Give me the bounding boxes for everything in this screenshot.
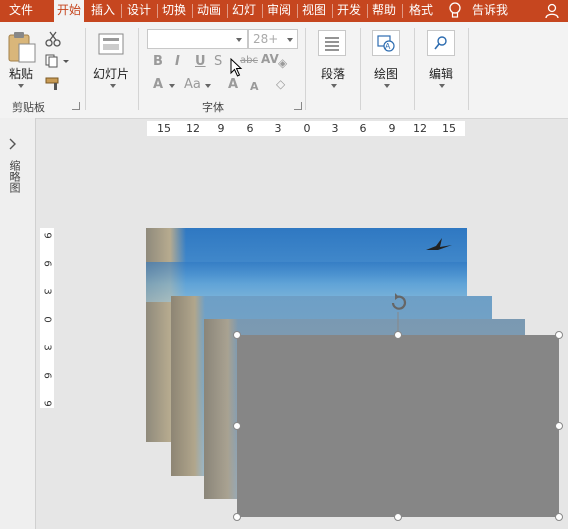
format-painter-icon[interactable] (45, 77, 63, 91)
share-user-icon[interactable] (545, 3, 565, 19)
ruler-tick: 3 (41, 288, 53, 295)
ruler-tick: 0 (41, 316, 53, 323)
vertical-ruler: 9 6 3 0 3 6 9 (40, 228, 54, 408)
tab-animations[interactable]: 动画 (193, 0, 225, 22)
tab-review[interactable]: 审阅 (263, 0, 295, 22)
tab-home[interactable]: 开始 (54, 0, 84, 23)
bird-icon (426, 238, 452, 250)
paste-icon[interactable] (7, 31, 37, 63)
font-size-value: 28+ (253, 32, 279, 46)
underline-button[interactable]: U (195, 54, 206, 69)
ruler-tick: 9 (41, 232, 53, 239)
new-slide-button[interactable]: 幻灯片 (93, 65, 129, 82)
tab-insert[interactable]: 插入 (87, 0, 119, 22)
ruler-tick: 6 (246, 122, 254, 135)
ruler-tick: 6 (359, 122, 367, 135)
thumbnail-pane-label[interactable]: 缩略图 (6, 160, 22, 193)
copy-icon[interactable] (45, 54, 71, 68)
find-icon[interactable] (427, 30, 455, 56)
ribbon-tab-bar: 文件 开始 插入 设计 切换 动画 幻灯 审阅 视图 开发 帮助 格式 告诉我 (0, 0, 568, 23)
ruler-tick: 3 (41, 344, 53, 351)
resize-handle-tl[interactable] (233, 331, 241, 339)
cut-icon[interactable] (45, 31, 61, 47)
increase-font-button[interactable]: A (228, 77, 238, 92)
clipboard-launcher-icon[interactable] (72, 102, 80, 110)
clipboard-group-label: 剪贴板 (12, 101, 45, 114)
font-launcher-icon[interactable] (294, 102, 302, 110)
ruler-tick: 6 (41, 260, 53, 267)
resize-handle-bl[interactable] (233, 513, 241, 521)
ruler-tick: 0 (303, 122, 311, 135)
ruler-tick: 12 (413, 122, 427, 135)
ruler-tick: 3 (274, 122, 282, 135)
clear-format-button[interactable]: ◈ (278, 56, 287, 70)
shadow-button[interactable]: S (214, 54, 222, 69)
thumbnail-pane: 缩略图 (0, 118, 36, 529)
ruler-tick: 12 (186, 122, 200, 135)
selected-slide-image[interactable] (237, 335, 559, 517)
paragraph-button[interactable]: 段落 (321, 65, 345, 82)
tab-design[interactable]: 设计 (123, 0, 155, 22)
font-color-button[interactable]: A (153, 77, 163, 92)
ribbon: 粘贴 剪贴板 幻灯片 28+ B I U S abc AV ◈ A Aa A A (0, 22, 568, 119)
resize-handle-t[interactable] (394, 331, 402, 339)
editing-button[interactable]: 编辑 (429, 65, 453, 82)
resize-handle-l[interactable] (233, 422, 241, 430)
tab-slideshow[interactable]: 幻灯 (228, 0, 260, 22)
new-slide-icon[interactable] (98, 33, 124, 55)
mouse-cursor-icon (230, 58, 243, 77)
drawing-button[interactable]: 绘图 (374, 65, 398, 82)
resize-handle-b[interactable] (394, 513, 402, 521)
ruler-tick: 9 (41, 400, 53, 407)
resize-handle-br[interactable] (555, 513, 563, 521)
decrease-font-button[interactable]: A (250, 80, 259, 93)
rotate-handle-icon[interactable] (388, 292, 410, 314)
change-case-button[interactable]: Aa (184, 77, 201, 92)
bold-button[interactable]: B (153, 54, 163, 69)
ruler-tick: 15 (157, 122, 171, 135)
font-group-label: 字体 (202, 101, 224, 114)
lightbulb-icon[interactable] (448, 2, 462, 20)
ruler-tick: 9 (217, 122, 225, 135)
font-name-combo[interactable] (147, 29, 248, 49)
resize-handle-r[interactable] (555, 422, 563, 430)
tab-help[interactable]: 帮助 (368, 0, 400, 22)
ruler-tick: 9 (388, 122, 396, 135)
tab-view[interactable]: 视图 (298, 0, 330, 22)
char-spacing-button[interactable]: AV (261, 52, 279, 66)
svg-text:A: A (385, 42, 391, 51)
expand-pane-icon[interactable] (8, 138, 18, 150)
resize-handle-tr[interactable] (555, 331, 563, 339)
ruler-tick: 3 (331, 122, 339, 135)
tell-me-search[interactable]: 告诉我 (472, 0, 520, 22)
italic-button[interactable]: I (175, 54, 180, 69)
tab-transitions[interactable]: 切换 (158, 0, 190, 22)
highlight-button[interactable]: ◇ (276, 77, 285, 91)
drawing-icon[interactable]: A (372, 30, 400, 56)
paste-button[interactable]: 粘贴 (9, 65, 33, 82)
tab-developer[interactable]: 开发 (333, 0, 365, 22)
paragraph-icon[interactable] (318, 30, 346, 56)
horizontal-ruler: 15 12 9 6 3 0 3 6 9 12 15 (147, 121, 465, 136)
tab-file[interactable]: 文件 (0, 0, 42, 22)
ruler-tick: 15 (442, 122, 456, 135)
ruler-tick: 6 (41, 372, 53, 379)
tab-format[interactable]: 格式 (404, 0, 438, 22)
font-size-combo[interactable]: 28+ (248, 29, 298, 49)
